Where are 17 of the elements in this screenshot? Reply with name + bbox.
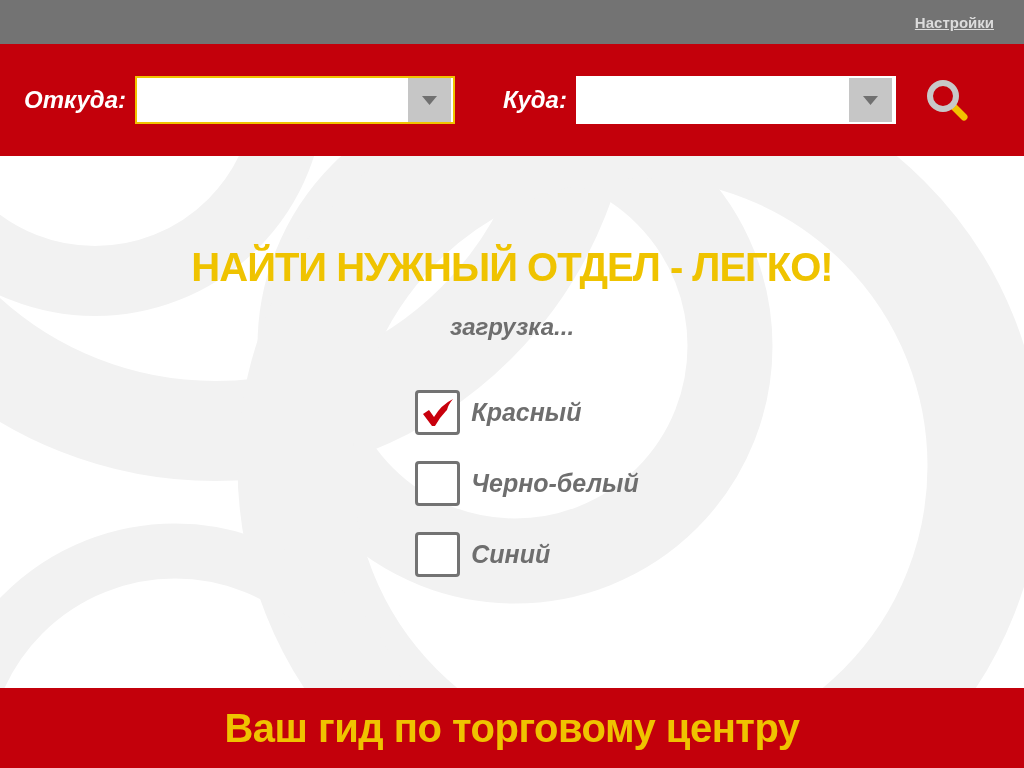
checkbox[interactable] [415,532,461,577]
field-label: Куда: [503,86,567,114]
checkbox-label[interactable]: Красный [471,398,582,427]
loading-text: загрузка... [449,312,575,342]
caret-icon[interactable] [848,78,892,122]
footer-slogan: Ваш гид по торговому центру [224,705,800,751]
caret-icon[interactable] [408,78,451,122]
checkbox[interactable] [415,461,461,506]
checkbox-label[interactable]: Черно-белый [471,469,639,498]
checkbox-label[interactable]: Синий [471,540,551,569]
settings-link[interactable]: Настройки [914,13,994,31]
field-label: Откуда: [24,86,126,114]
dropdown-field[interactable] [135,76,455,124]
heading: НАЙТИ НУЖНЫЙ ОТДЕЛ - ЛЕГКО! [191,244,833,290]
checkbox[interactable] [415,390,461,435]
checkmark-icon [422,399,453,426]
search-icon[interactable] [925,79,968,121]
